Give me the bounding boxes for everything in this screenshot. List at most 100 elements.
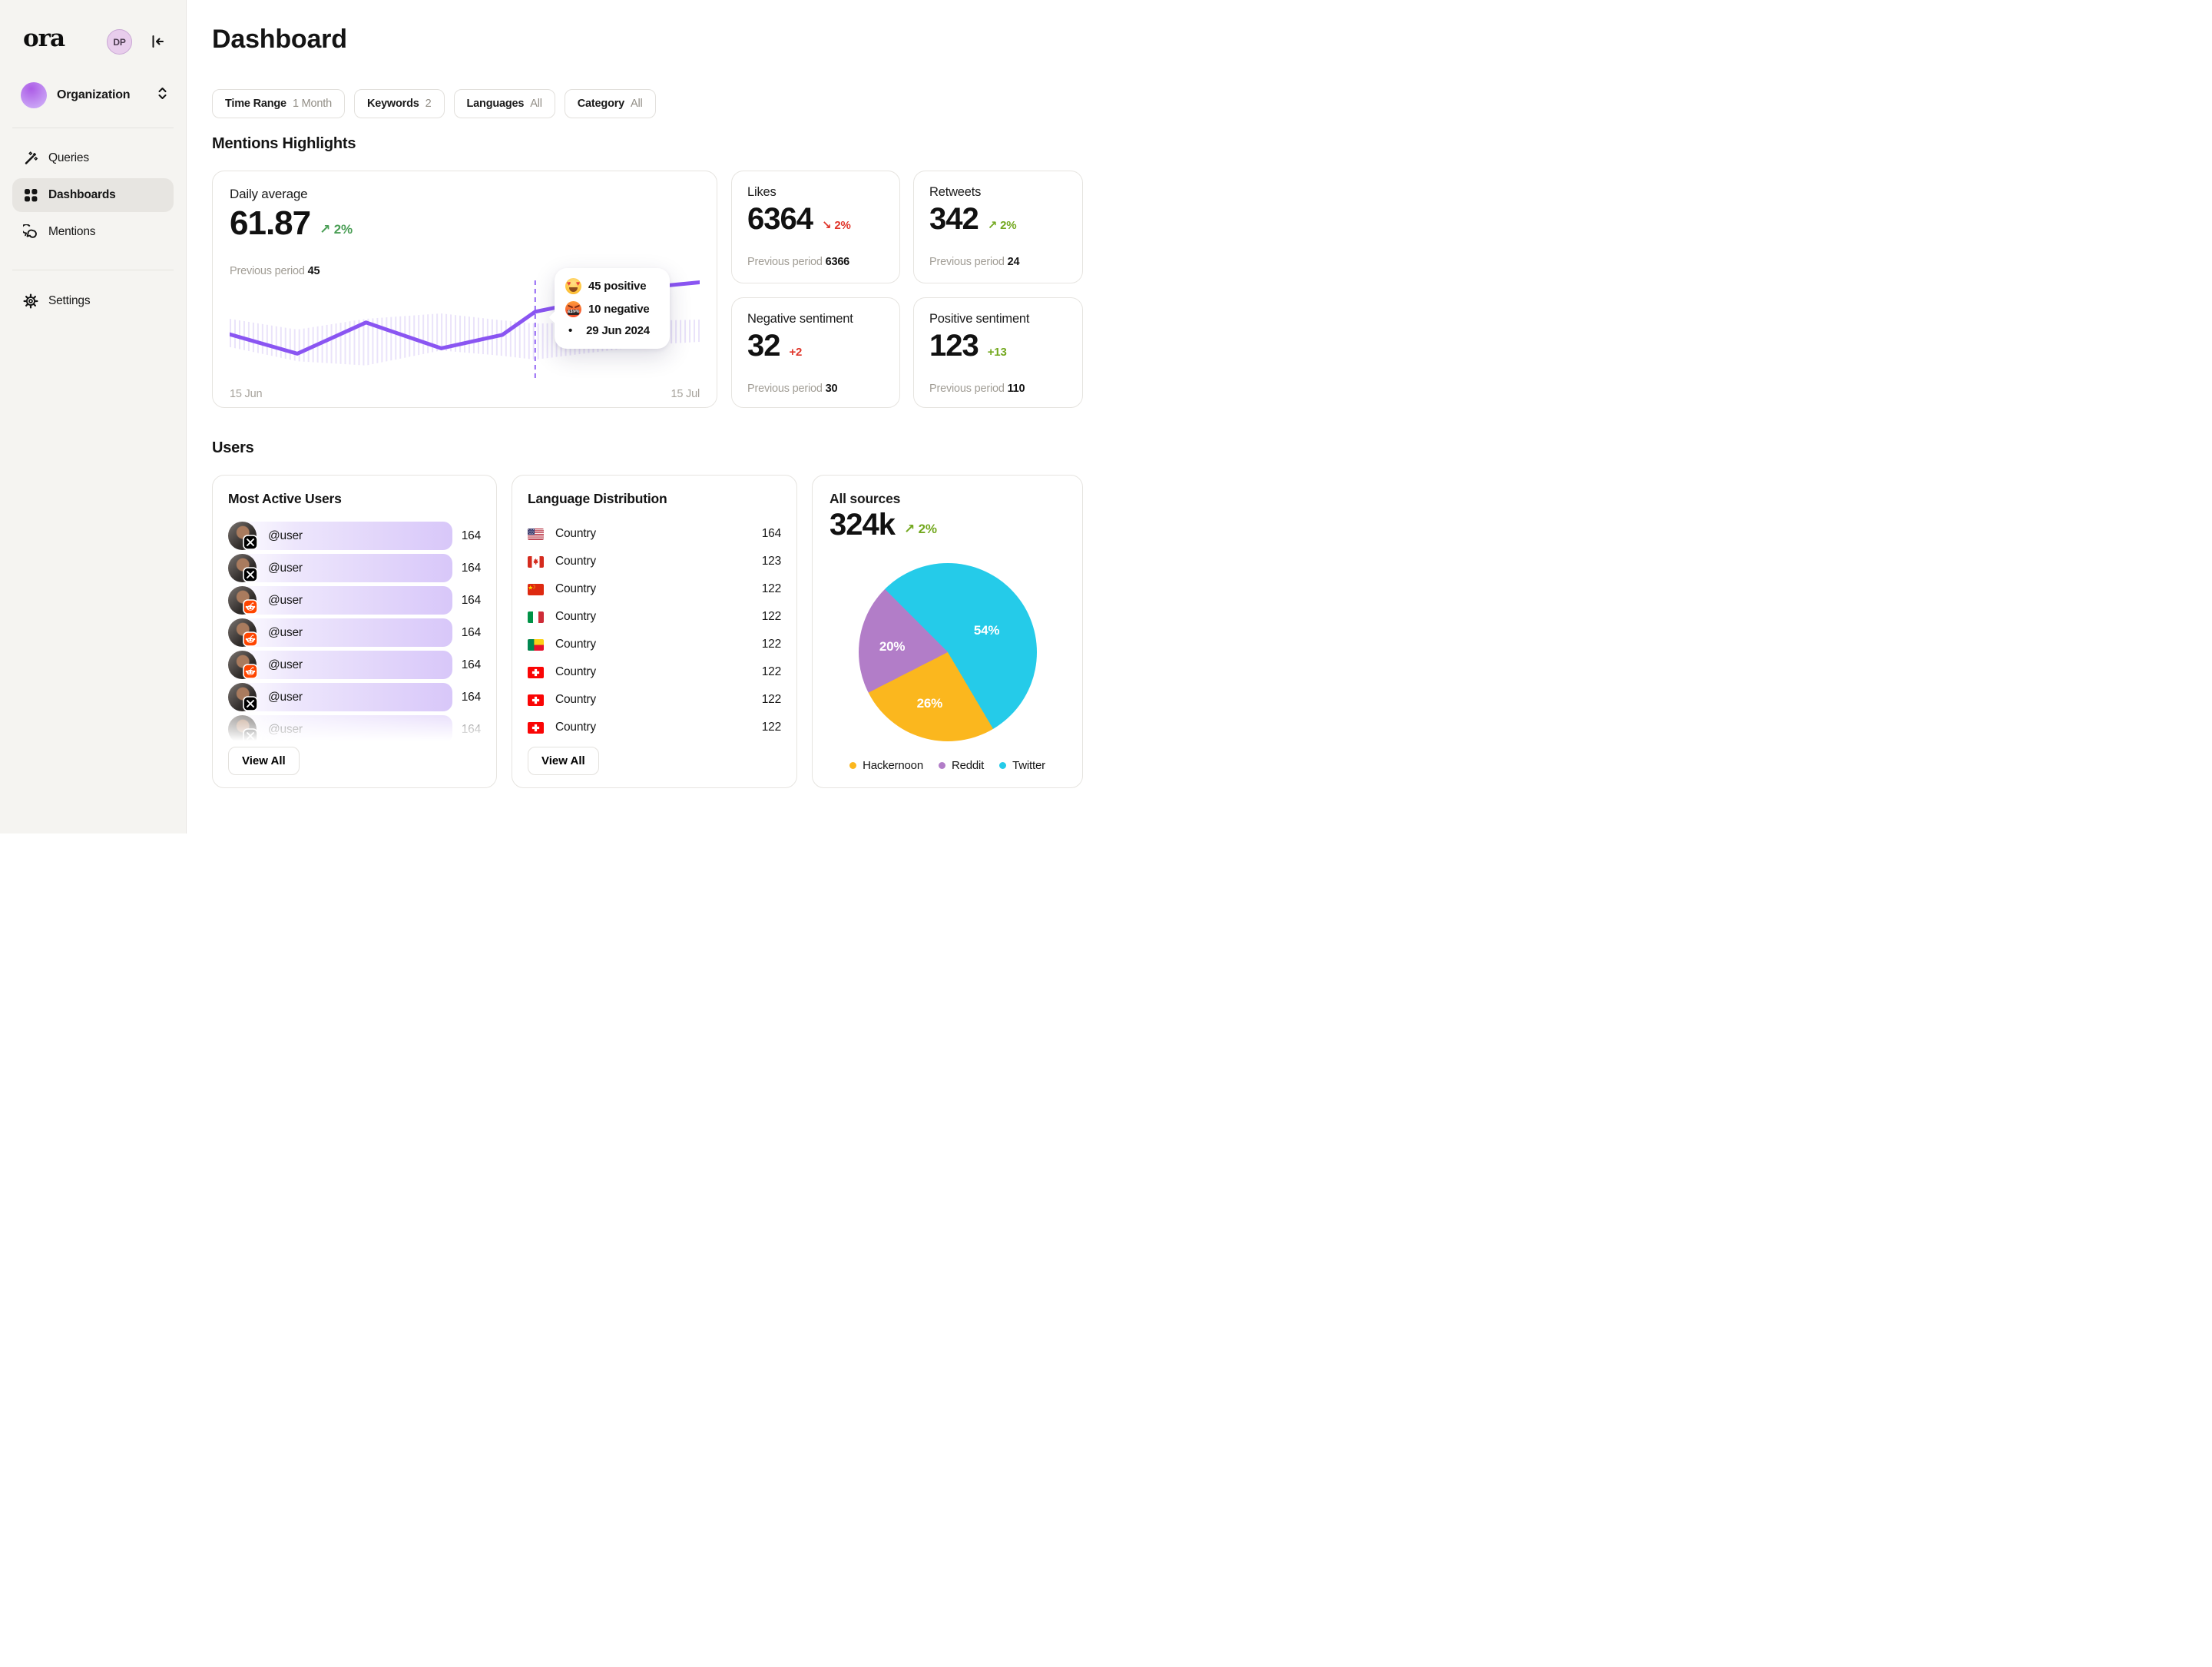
organization-label: Organization bbox=[57, 88, 130, 102]
organization-selector[interactable]: Organization bbox=[12, 77, 174, 114]
pie-slice-label-hackernoon: 26% bbox=[917, 696, 942, 711]
country-label: Country bbox=[555, 527, 596, 541]
daily-average-change: ↗ 2% bbox=[320, 222, 353, 240]
cn-flag-icon bbox=[528, 584, 544, 595]
previous-period-label: Previous period bbox=[929, 383, 1005, 395]
legend-item-reddit: Reddit bbox=[939, 759, 984, 772]
retweets-value: 342 bbox=[929, 204, 979, 234]
user-avatar-button[interactable]: DP bbox=[107, 29, 132, 55]
sidebar-item-mentions[interactable]: Mentions bbox=[12, 215, 174, 249]
country-value: 164 bbox=[762, 527, 781, 541]
country-label: Country bbox=[555, 693, 596, 707]
all-sources-value: 324k bbox=[830, 509, 895, 540]
filter-value: All bbox=[530, 98, 542, 110]
most-active-user-row[interactable]: @user164 bbox=[228, 522, 481, 550]
filter-bar: Time Range 1 Month Keywords 2 Languages … bbox=[212, 89, 656, 118]
previous-period-value: 24 bbox=[1008, 256, 1020, 268]
angry-emoji: &$!#% bbox=[565, 301, 581, 317]
user-avatar bbox=[228, 586, 257, 615]
ch-flag-icon bbox=[528, 667, 544, 678]
language-row: Country 122 bbox=[528, 631, 781, 658]
language-row: Country122 bbox=[528, 575, 781, 603]
x-axis-end-label: 15 Jul bbox=[671, 388, 700, 400]
negative-sentiment-delta: +2 bbox=[790, 346, 803, 361]
activity-bar bbox=[228, 586, 452, 615]
user-activity-value: 164 bbox=[447, 618, 481, 647]
country-value: 123 bbox=[762, 555, 781, 568]
user-activity-value: 164 bbox=[447, 715, 481, 744]
activity-bar bbox=[228, 618, 452, 647]
activity-bar bbox=[228, 683, 452, 711]
most-active-users-list: @user164@user164@user164@user164@user164… bbox=[228, 522, 481, 747]
country-label: Country bbox=[555, 665, 596, 679]
filter-category[interactable]: Category All bbox=[565, 89, 656, 118]
previous-period-value: 30 bbox=[826, 383, 838, 395]
legend-dot bbox=[939, 762, 945, 769]
sidebar: ora DP Organization Queries Dashboards bbox=[0, 0, 187, 834]
filter-languages[interactable]: Languages All bbox=[454, 89, 555, 118]
daily-average-value: 61.87 bbox=[230, 207, 310, 240]
tooltip-date: 29 Jun 2024 bbox=[586, 324, 650, 337]
pie-slice-label-twitter: 54% bbox=[974, 623, 999, 638]
country-label: Country bbox=[555, 638, 596, 651]
sidebar-item-label: Dashboards bbox=[48, 188, 116, 202]
pie-legend: Hackernoon Reddit Twitter bbox=[813, 759, 1082, 772]
sidebar-item-label: Mentions bbox=[48, 225, 95, 239]
user-handle: @user bbox=[268, 651, 303, 679]
most-active-user-row[interactable]: @user 164 bbox=[228, 651, 481, 679]
language-row: Country122 bbox=[528, 603, 781, 631]
sidebar-item-dashboards[interactable]: Dashboards bbox=[12, 178, 174, 212]
negative-sentiment-card: Negative sentiment 32 +2 Previous period… bbox=[731, 297, 900, 408]
all-sources-card: All sources 324k ↗ 2% 54% 26% 20% Hacker… bbox=[812, 475, 1083, 788]
likes-card: Likes 6364 ↘ 2% Previous period 6366 bbox=[731, 171, 900, 283]
country-value: 122 bbox=[762, 721, 781, 734]
country-value: 122 bbox=[762, 582, 781, 596]
most-active-user-row[interactable]: @user164 bbox=[228, 683, 481, 711]
most-active-user-row[interactable]: @user164 bbox=[228, 715, 481, 744]
sidebar-item-queries[interactable]: Queries bbox=[12, 141, 174, 175]
user-avatar bbox=[228, 651, 257, 679]
main-content: Dashboard Time Range 1 Month Keywords 2 … bbox=[187, 0, 1106, 834]
previous-period-value: 6366 bbox=[826, 256, 849, 268]
likes-value: 6364 bbox=[747, 204, 813, 234]
daily-average-card: Daily average 61.87 ↗ 2% Previous period… bbox=[212, 171, 717, 408]
sidebar-collapse-button[interactable] bbox=[147, 33, 167, 53]
card-title: Likes bbox=[747, 185, 777, 200]
previous-period-value: 110 bbox=[1008, 383, 1025, 395]
ora-logo[interactable]: ora bbox=[23, 25, 65, 52]
card-title: Negative sentiment bbox=[747, 312, 853, 326]
user-avatar bbox=[228, 618, 257, 647]
language-row: Country 122 bbox=[528, 658, 781, 686]
sidebar-item-settings[interactable]: Settings bbox=[12, 284, 174, 318]
filter-keywords[interactable]: Keywords 2 bbox=[354, 89, 445, 118]
view-all-users-button[interactable]: View All bbox=[228, 747, 300, 775]
positive-sentiment-value: 123 bbox=[929, 330, 979, 361]
retweets-change: ↗ 2% bbox=[988, 218, 1017, 234]
avatar-initials: DP bbox=[113, 37, 125, 48]
filter-time-range[interactable]: Time Range 1 Month bbox=[212, 89, 345, 118]
most-active-user-row[interactable]: @user164 bbox=[228, 618, 481, 647]
likes-change: ↘ 2% bbox=[822, 218, 851, 234]
chevron-up-down-icon bbox=[157, 85, 167, 105]
card-title: Daily average bbox=[230, 187, 307, 202]
chart-tooltip: ♥♥ 45 positive &$!#% 10 negative 29 Jun … bbox=[555, 268, 670, 349]
trend-up-icon: ↗ bbox=[904, 522, 915, 536]
legend-item-twitter: Twitter bbox=[999, 759, 1045, 772]
user-activity-value: 164 bbox=[447, 586, 481, 615]
view-all-languages-button[interactable]: View All bbox=[528, 747, 599, 775]
legend-dot bbox=[999, 762, 1006, 769]
most-active-users-card: Most Active Users @user164@user164@user1… bbox=[212, 475, 497, 788]
most-active-user-row[interactable]: @user164 bbox=[228, 586, 481, 615]
tooltip-negative: 10 negative bbox=[588, 303, 650, 316]
reddit-badge-icon bbox=[243, 631, 258, 647]
user-handle: @user bbox=[268, 554, 303, 582]
page-title: Dashboard bbox=[212, 25, 347, 55]
reddit-badge-icon bbox=[243, 664, 258, 679]
country-value: 122 bbox=[762, 665, 781, 679]
previous-period-label: Previous period bbox=[230, 265, 305, 277]
user-activity-value: 164 bbox=[447, 651, 481, 679]
country-value: 122 bbox=[762, 638, 781, 651]
user-avatar bbox=[228, 554, 257, 582]
user-handle: @user bbox=[268, 683, 303, 711]
most-active-user-row[interactable]: @user164 bbox=[228, 554, 481, 582]
